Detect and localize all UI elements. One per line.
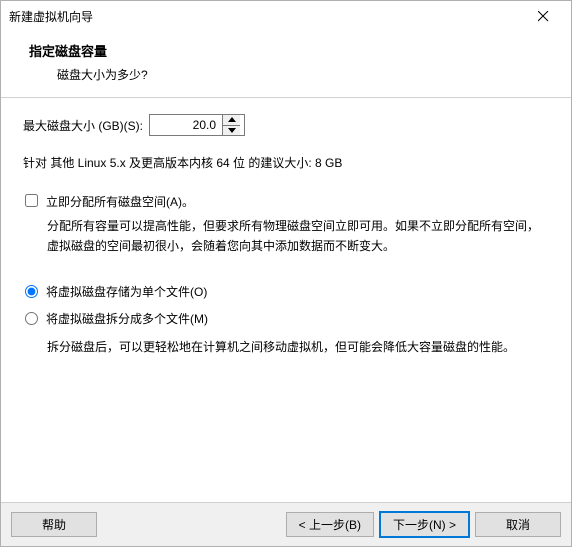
wizard-footer: 帮助 < 上一步(B) 下一步(N) > 取消: [1, 502, 571, 546]
window-title: 新建虚拟机向导: [9, 8, 523, 25]
allocate-now-row[interactable]: 立即分配所有磁盘空间(A)。: [23, 193, 549, 210]
close-icon: [538, 11, 549, 22]
allocate-now-label: 立即分配所有磁盘空间(A)。: [46, 193, 194, 210]
store-single-row[interactable]: 将虚拟磁盘存储为单个文件(O): [23, 283, 549, 300]
cancel-button[interactable]: 取消: [475, 512, 561, 537]
titlebar: 新建虚拟机向导: [1, 1, 571, 31]
wizard-header: 指定磁盘容量 磁盘大小为多少?: [1, 31, 571, 95]
wizard-content: 最大磁盘大小 (GB)(S): 针对 其他 Linux 5.x 及更高版本内核 …: [1, 98, 571, 502]
chevron-up-icon: [228, 117, 236, 122]
store-single-radio[interactable]: [25, 285, 38, 298]
store-split-radio[interactable]: [25, 312, 38, 325]
store-single-label: 将虚拟磁盘存储为单个文件(O): [46, 283, 207, 300]
back-button[interactable]: < 上一步(B): [286, 512, 374, 537]
allocate-now-desc: 分配所有容量可以提高性能，但要求所有物理磁盘空间立即可用。如果不立即分配所有空间…: [47, 216, 549, 257]
disk-size-label: 最大磁盘大小 (GB)(S):: [23, 117, 143, 134]
chevron-down-icon: [228, 128, 236, 133]
recommendation-text: 针对 其他 Linux 5.x 及更高版本内核 64 位 的建议大小: 8 GB: [23, 154, 549, 171]
store-split-desc: 拆分磁盘后，可以更轻松地在计算机之间移动虚拟机，但可能会降低大容量磁盘的性能。: [47, 337, 549, 357]
disk-size-row: 最大磁盘大小 (GB)(S):: [23, 114, 549, 136]
wizard-window: 新建虚拟机向导 指定磁盘容量 磁盘大小为多少? 最大磁盘大小 (GB)(S): …: [0, 0, 572, 547]
help-button[interactable]: 帮助: [11, 512, 97, 537]
store-split-label: 将虚拟磁盘拆分成多个文件(M): [46, 310, 208, 327]
spinner-buttons: [222, 115, 240, 135]
header-subtitle: 磁盘大小为多少?: [29, 66, 543, 83]
disk-size-input[interactable]: [150, 115, 222, 135]
header-title: 指定磁盘容量: [29, 41, 543, 60]
close-button[interactable]: [523, 3, 563, 29]
disk-size-spinner[interactable]: [149, 114, 245, 136]
store-split-row[interactable]: 将虚拟磁盘拆分成多个文件(M): [23, 310, 549, 327]
spinner-up[interactable]: [223, 115, 240, 126]
spinner-down[interactable]: [223, 126, 240, 136]
allocate-now-checkbox[interactable]: [25, 194, 38, 207]
next-button[interactable]: 下一步(N) >: [380, 512, 469, 537]
